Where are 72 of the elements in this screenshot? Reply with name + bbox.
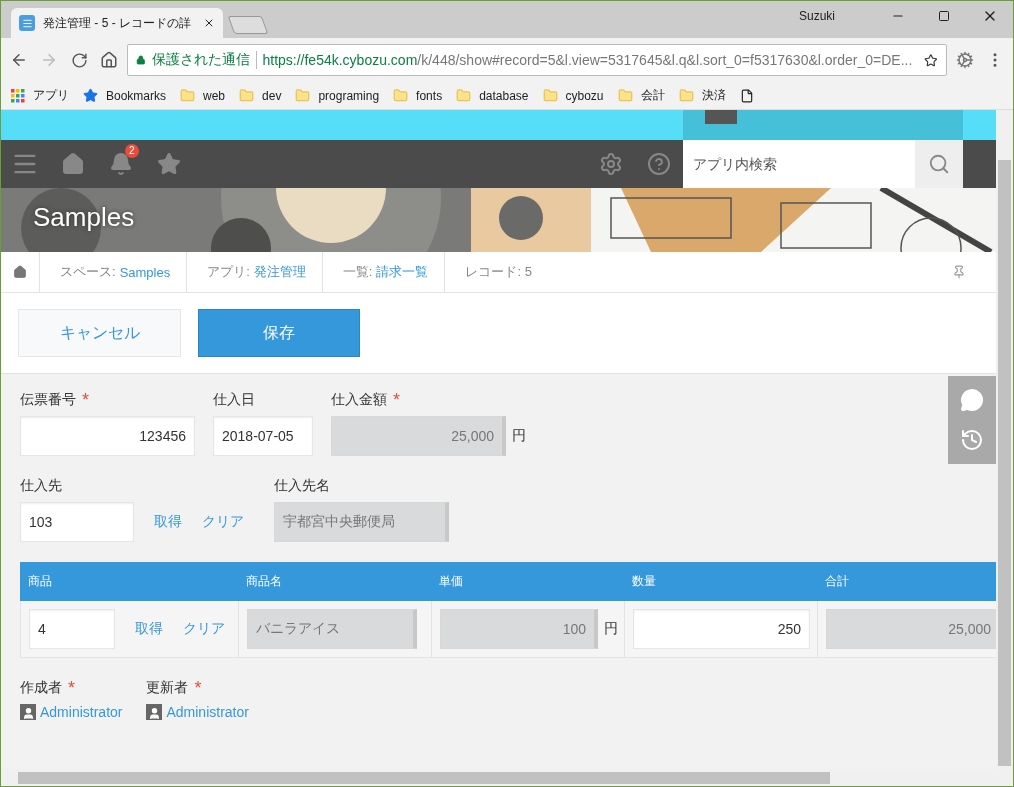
url-text: https://fe54k.cybozu.com/k/448/show#record=5&l.view=5317645&l.q&l.sort_0=f5317630&l.order_0=DE...	[262, 52, 913, 68]
history-icon[interactable]	[960, 428, 984, 452]
folder-icon	[180, 88, 196, 103]
folder-icon	[542, 88, 558, 103]
close-icon[interactable]	[203, 17, 215, 29]
bookmark-label[interactable]: web	[203, 88, 226, 103]
bookmark-label[interactable]: 会計	[640, 87, 665, 104]
bookmark-label[interactable]: programing	[318, 88, 380, 103]
comment-icon[interactable]	[960, 388, 984, 412]
folder-icon	[295, 88, 311, 103]
field-label: 伝票番号	[20, 391, 76, 409]
settings-icon[interactable]	[599, 152, 623, 176]
folder-icon	[393, 88, 409, 103]
input-field[interactable]: 250	[633, 609, 810, 649]
required-mark: *	[194, 677, 202, 699]
star-icon	[83, 88, 98, 103]
column-header: 商品名	[245, 573, 283, 590]
required-mark: *	[68, 677, 75, 699]
bookmark-label[interactable]: cybozu	[565, 88, 604, 103]
field-label: 仕入日	[213, 391, 255, 409]
bookmark-label[interactable]: Bookmarks	[106, 88, 167, 103]
help-icon[interactable]	[647, 152, 671, 176]
breadcrumb-label: アプリ:	[207, 263, 250, 281]
address-bar[interactable]: 保護された通信 https://fe54k.cybozu.com/k/448/show#record=5&l.view=5317645&l.q&l.sort_0=f5317630&l.order_0=DE...	[127, 44, 947, 76]
column-header: 合計	[824, 573, 850, 590]
date-field[interactable]: 2018-07-05	[213, 416, 313, 456]
required-mark: *	[393, 389, 400, 411]
browser-tab[interactable]: 発注管理 - 5 - レコードの詳	[11, 8, 223, 38]
bookmark-label[interactable]: アプリ	[33, 87, 69, 104]
pin-icon[interactable]	[952, 265, 966, 279]
unit-label: 円	[604, 620, 618, 638]
lock-icon	[136, 54, 146, 66]
input-field[interactable]: 123456	[20, 416, 195, 456]
input-field[interactable]: 4	[29, 609, 115, 649]
column-header: 商品	[27, 573, 53, 590]
input-field[interactable]: 103	[20, 502, 134, 542]
search-icon[interactable]	[928, 153, 950, 175]
bookmark-star-icon[interactable]	[924, 51, 938, 69]
field-label: 仕入金額	[331, 391, 387, 409]
page-icon[interactable]	[739, 88, 754, 103]
column-header: 数量	[631, 573, 657, 590]
breadcrumb-label: 一覧:	[342, 263, 373, 281]
field-label: 仕入先名	[274, 477, 330, 495]
user-icon	[146, 704, 163, 720]
bookmark-label[interactable]: database	[479, 88, 529, 103]
apps-grid-icon	[11, 88, 25, 103]
bookmark-label[interactable]: dev	[262, 88, 282, 103]
field-label: 仕入先	[20, 477, 62, 495]
bookmark-label[interactable]: 決済	[701, 87, 726, 104]
app-list-icon	[19, 15, 35, 31]
bell-icon[interactable]	[109, 152, 133, 176]
bookmark-label[interactable]: fonts	[416, 88, 443, 103]
new-tab-button[interactable]	[227, 16, 269, 34]
unit-label: 円	[512, 427, 526, 445]
star-icon[interactable]	[157, 152, 181, 176]
breadcrumb-label: スペース:	[60, 263, 116, 281]
folder-icon	[617, 88, 633, 103]
folder-icon	[678, 88, 694, 103]
column-header: 単価	[438, 573, 464, 590]
breadcrumb-label: レコード: 5	[464, 263, 532, 281]
user-icon	[20, 704, 36, 720]
required-mark: *	[82, 389, 89, 411]
folder-icon	[239, 88, 255, 103]
search-button[interactable]	[915, 140, 963, 188]
space-title: Samples	[33, 202, 135, 233]
field-label: 作成者	[20, 679, 62, 697]
field-label: 更新者	[146, 679, 189, 697]
folder-icon	[456, 88, 472, 103]
notification-badge: 2	[125, 144, 139, 158]
profile-name[interactable]: Suzuki	[798, 9, 835, 23]
tab-title: 発注管理 - 5 - レコードの詳	[43, 14, 192, 32]
secure-label: 保護された通信	[151, 51, 250, 69]
